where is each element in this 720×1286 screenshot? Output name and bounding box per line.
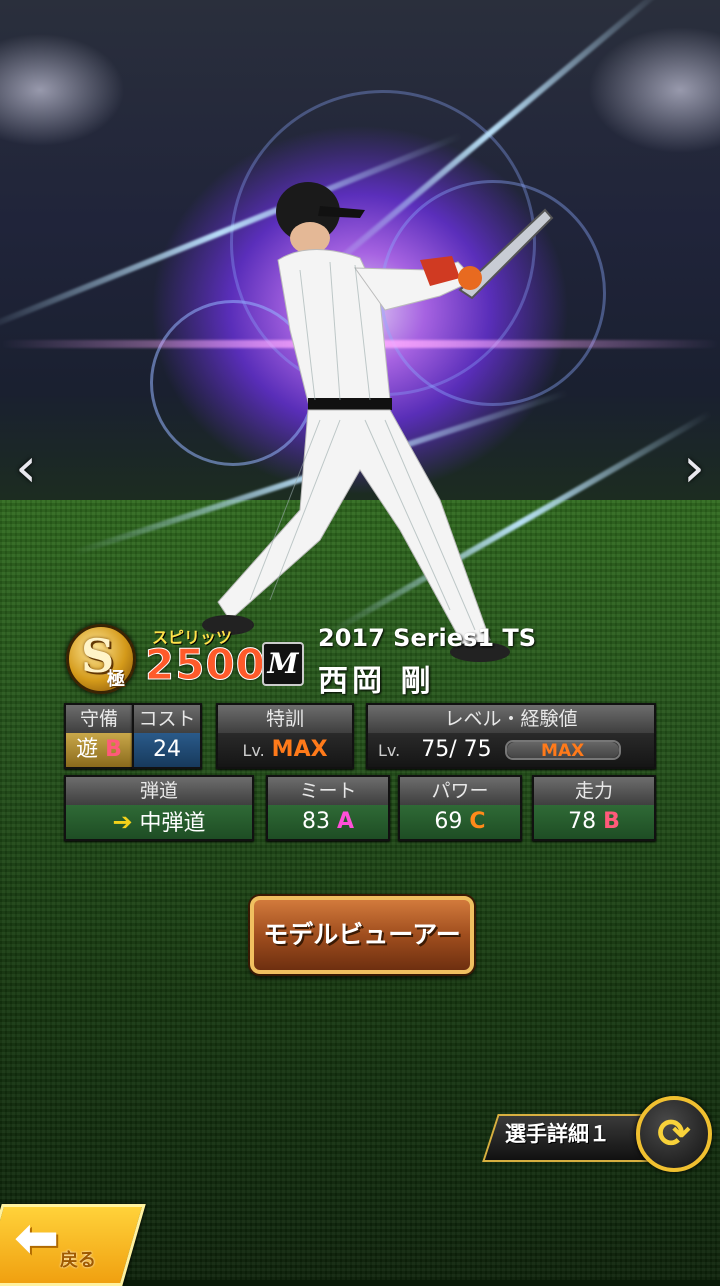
power-grade: C — [469, 809, 486, 834]
meet-header: ミート — [268, 777, 388, 805]
prev-player-button[interactable]: ‹ — [6, 440, 46, 496]
speed-header: 走力 — [534, 777, 654, 805]
training-max: MAX — [271, 737, 328, 762]
level-max: 75 — [463, 737, 492, 762]
card-series: 2017 Series1 TS — [318, 624, 537, 652]
power-value: 69 C — [400, 805, 520, 839]
exp-bar: MAX — [504, 740, 621, 761]
position-header: 守備 — [66, 705, 132, 733]
cost-header: コスト — [134, 705, 200, 733]
speed-grade: B — [603, 809, 620, 834]
training-box: 特訓 Lv. MAX — [216, 703, 354, 769]
spirits-value: 2500 — [145, 640, 266, 690]
speed-number: 78 — [568, 809, 597, 834]
team-logo: M — [262, 642, 304, 686]
next-player-button[interactable]: › — [674, 440, 714, 496]
level-value: Lv. 75/ 75 MAX — [368, 733, 654, 767]
model-viewer-button[interactable]: モデルビューアー — [250, 896, 474, 974]
training-value: Lv. MAX — [218, 733, 352, 767]
trajectory-value: ➔ 中弾道 — [66, 805, 252, 839]
power-box: パワー 69 C — [398, 775, 522, 841]
player-detail-label[interactable]: 選手詳細１ — [505, 1118, 610, 1148]
switch-detail-button[interactable]: ⟳ — [636, 1096, 712, 1172]
trajectory-header: 弾道 — [66, 777, 252, 805]
level-header: レベル・経験値 — [368, 705, 654, 733]
training-lv: Lv. — [242, 741, 265, 760]
refresh-icon: ⟳ — [657, 1111, 691, 1157]
cost-value: 24 — [134, 733, 200, 767]
back-arrow-icon: ⬅ — [14, 1206, 60, 1269]
player-figure — [202, 182, 554, 662]
exp-max-label: MAX — [541, 741, 585, 761]
meet-number: 83 — [301, 809, 330, 834]
power-header: パワー — [400, 777, 520, 805]
trajectory-arrow-icon: ➔ — [112, 808, 133, 836]
speed-box: 走力 78 B — [532, 775, 656, 841]
trajectory-box: 弾道 ➔ 中弾道 — [64, 775, 254, 841]
power-number: 69 — [434, 809, 463, 834]
back-label[interactable]: 戻る — [60, 1246, 96, 1272]
level-lv: Lv. — [378, 741, 401, 760]
meet-box: ミート 83 A — [266, 775, 390, 841]
position-grade: B — [105, 737, 122, 762]
meet-grade: A — [336, 809, 355, 834]
meet-value: 83 A — [268, 805, 388, 839]
position-label: 遊 — [76, 737, 99, 762]
level-box: レベル・経験値 Lv. 75/ 75 MAX — [366, 703, 656, 769]
cost-box: コスト 24 — [132, 703, 202, 769]
training-header: 特訓 — [218, 705, 352, 733]
trajectory-label: 中弾道 — [139, 811, 206, 836]
rarity-badge: S 極 — [66, 624, 136, 694]
position-value: 遊 B — [66, 733, 132, 767]
level-current: 75/ — [421, 737, 457, 762]
rarity-sub: 極 — [107, 669, 125, 690]
speed-value: 78 B — [534, 805, 654, 839]
position-box: 守備 遊 B — [64, 703, 134, 769]
player-name: 西岡 剛 — [318, 664, 435, 699]
